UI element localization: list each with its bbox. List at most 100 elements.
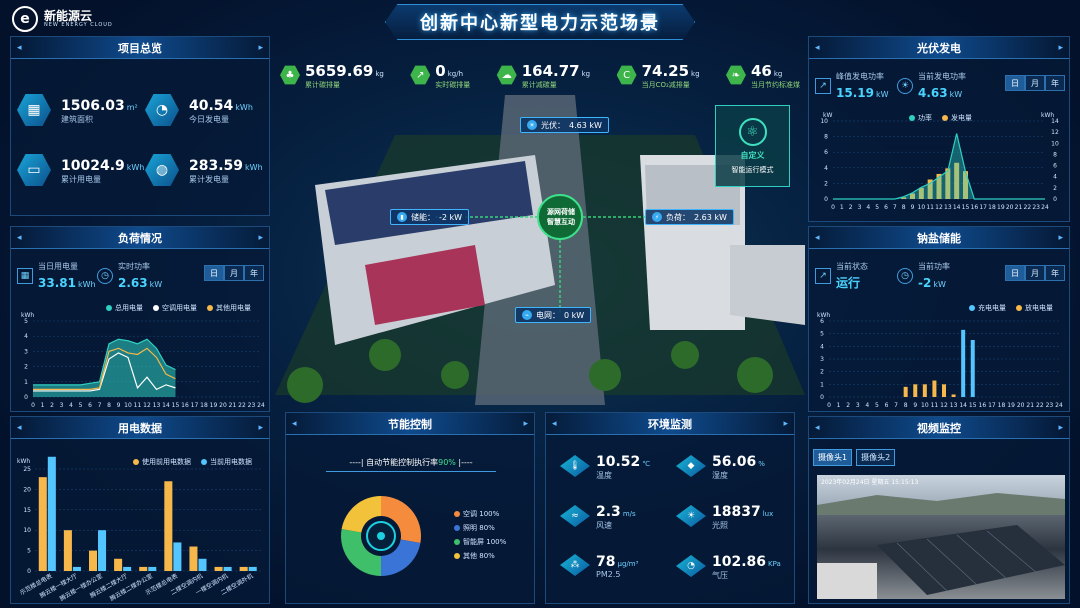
x-tick-label: 6 [885, 402, 889, 409]
x-tick-label: 18 [200, 402, 208, 409]
callout-load[interactable]: ⚡ 负荷： 2.63 kW [645, 209, 734, 225]
x-tick-label: 15 [962, 204, 970, 211]
top-stat-coal-saved: ❧ 46 kg 当月节约标准煤 [725, 58, 800, 92]
bar-0-3 [114, 558, 123, 571]
x-tick-label: 18 [988, 204, 996, 211]
tab-day[interactable]: 日 [204, 265, 224, 281]
x-tick-label: 2 [849, 204, 853, 211]
tab-camera-1[interactable]: 摄像头1 [813, 449, 853, 466]
droplet-icon: ◆ [676, 455, 706, 477]
y-tick-label: 10 [23, 527, 31, 534]
top-stat-value: 5659.69 [305, 61, 374, 80]
bar-1-5 [173, 542, 182, 571]
bar-1-3 [123, 566, 132, 571]
x-tick-label: 19 [1007, 402, 1015, 409]
x-tick-label: 13 [153, 402, 161, 409]
env-pressure: ◔ 102.86 KPa 气压 [676, 551, 781, 581]
control-legend-ac: 空调 100% [454, 507, 506, 521]
x-tick-label: 7 [893, 204, 897, 211]
bar-1-1 [72, 566, 81, 571]
x-tick-label: 16 [971, 204, 979, 211]
callout-storage-label: 储能： [411, 212, 435, 222]
y-tick-label: 3 [820, 356, 824, 363]
globe-icon: ◍ [145, 154, 179, 186]
tab-month[interactable]: 月 [1025, 265, 1045, 281]
x-tick-label: 6 [884, 204, 888, 211]
mode-card[interactable]: ⚛ 自定义 智能运行模式 [715, 105, 790, 187]
bar-1-10 [922, 384, 927, 397]
x-tick-label: 2 [846, 402, 850, 409]
y-tick-label-right: 12 [1051, 129, 1059, 136]
tab-month[interactable]: 月 [224, 265, 244, 281]
leaf-icon: ❧ [725, 65, 746, 85]
x-tick-label: 1 [41, 402, 45, 409]
bar-0-2 [88, 550, 98, 571]
logo-icon: e [12, 6, 38, 32]
y-tick-label-left: 4 [824, 165, 828, 172]
y-axis-unit: kWh [17, 458, 30, 465]
x-tick-label: 9 [913, 402, 917, 409]
bar-0-5 [164, 481, 173, 571]
x-tick-label: 腾云楼一楼办公室 [58, 572, 104, 603]
tab-month[interactable]: 月 [1025, 75, 1045, 91]
gauge-icon: ◔ [676, 555, 706, 577]
solar-panel-icon: ☀ [527, 120, 537, 130]
center-hub: 源网荷储 智慧互动 [541, 207, 581, 227]
callout-pv[interactable]: ☀ 光伏： 4.63 kW [520, 117, 609, 133]
callout-load-value: 2.63 kW [694, 212, 727, 222]
x-tick-label: 24 [1055, 402, 1063, 409]
env-title: ◂ 环境监测 ▸ [546, 413, 794, 435]
storage-panel: ◂ 钠盐储能 ▸ ↗ 当前状态 运行 ◷ 当前功率 -2 kW 日 月 年 充电电量 放电… [808, 226, 1070, 412]
tab-year[interactable]: 年 [1045, 265, 1065, 281]
storage-power: ◷ 当前功率 -2 kW [897, 261, 950, 291]
y-tick-label: 20 [23, 486, 31, 493]
x-tick-label: 19 [997, 204, 1005, 211]
x-tick-label: 11 [926, 204, 934, 211]
x-tick-label: 8 [902, 204, 906, 211]
usage-panel: ◂ 用电数据 ▸ 使用前用电数据 当前用电数据 kWh 0 5 10 15 20 25 示范楼总电… [10, 416, 270, 604]
bar-0-14 [961, 329, 966, 397]
battery-icon: ▮ [397, 212, 407, 222]
tab-year[interactable]: 年 [244, 265, 264, 281]
tab-year[interactable]: 年 [1045, 75, 1065, 91]
top-stat-label: 实时碳排量 [435, 80, 471, 89]
calendar-icon: ▦ [17, 268, 33, 284]
x-tick-label: 3 [60, 402, 64, 409]
env-panel: ◂ 环境监测 ▸ 🌡 10.52 ℃ 温度 ◆ 56.06% 湿度 ≈ 2.3 m/s 风速 … [545, 412, 795, 604]
control-legend-other: 其他 80% [454, 549, 506, 563]
tab-day[interactable]: 日 [1005, 75, 1025, 91]
callout-grid[interactable]: ⌁ 电网： 0 kW [515, 307, 592, 323]
top-stat-unit: kg [773, 69, 783, 78]
x-tick-label: 16 [181, 402, 189, 409]
tab-day[interactable]: 日 [1005, 265, 1025, 281]
callout-storage-value: -2 kW [439, 212, 463, 222]
x-tick-label: 2 [50, 402, 54, 409]
top-stat-value: 164.77 [521, 61, 580, 80]
bar-1-8 [903, 386, 908, 397]
x-tick-label: 20 [1017, 402, 1025, 409]
pv-period-tabs: 日 月 年 [1005, 75, 1065, 91]
control-legend-light: 照明 80% [454, 521, 506, 535]
bar-1-0 [47, 456, 56, 571]
page-title: 创新中心新型电力示范场景 [385, 4, 695, 40]
bar-1-6 [198, 558, 207, 571]
tab-camera-2[interactable]: 摄像头2 [856, 449, 896, 466]
env-humidity: ◆ 56.06% 湿度 [676, 451, 765, 481]
y-tick-label-left: 0 [824, 196, 828, 203]
callout-pv-label: 光伏： [541, 120, 565, 130]
y-tick-label: 6 [820, 318, 824, 325]
callout-storage[interactable]: ▮ 储能： -2 kW [390, 209, 470, 225]
x-tick-label: 0 [831, 204, 835, 211]
callout-load-label: 负荷： [666, 212, 690, 222]
pv-current: ☀ 当前发电功率 4.63 kW [897, 71, 966, 101]
y-tick-label-left: 10 [820, 118, 828, 125]
battery-icon: ▭ [17, 154, 51, 186]
camera-feed[interactable]: 2023年02月24日 星期五 15:15:13 [817, 475, 1065, 599]
bar-1-4 [148, 566, 157, 571]
y-tick-label: 5 [27, 548, 31, 555]
mode-title: 自定义 [740, 150, 765, 160]
x-tick-label: 4 [69, 402, 73, 409]
x-tick-label: 11 [134, 402, 142, 409]
y-tick-label: 1 [24, 379, 28, 386]
pv-panel: ◂ 光伏发电 ▸ ↗ 峰值发电功率 15.19 kW ☀ 当前发电功率 4.63 kW 日 … [808, 36, 1070, 222]
